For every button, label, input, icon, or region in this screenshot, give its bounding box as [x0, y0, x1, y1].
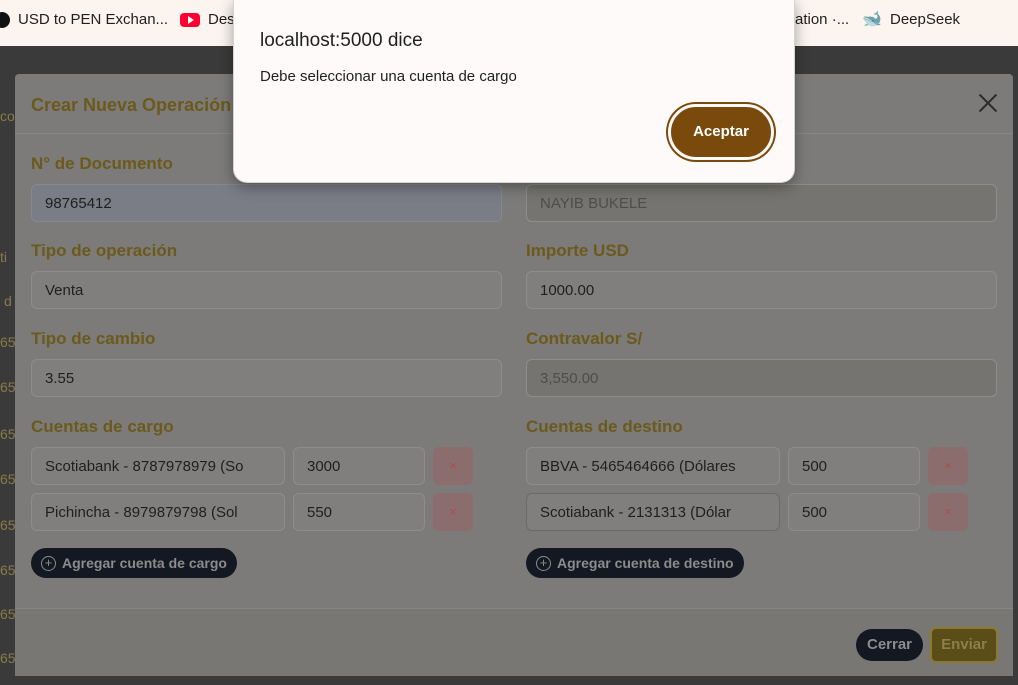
add-destino-label: Agregar cuenta de destino [557, 555, 734, 571]
tipo-cambio-input[interactable]: 3.55 [31, 359, 502, 397]
close-icon: × [449, 458, 457, 473]
behind-fragment: 65 [0, 471, 16, 487]
add-cuenta-cargo-button[interactable]: + Agregar cuenta de cargo [31, 548, 237, 578]
cuentas-cargo-label: Cuentas de cargo [31, 417, 174, 436]
alert-message: Debe seleccionar una cuenta de cargo [260, 68, 517, 85]
bookmark-label: USD to PEN Exchan... [18, 11, 169, 28]
remove-destino-button[interactable]: × [928, 493, 968, 531]
behind-fragment: 65 [0, 562, 16, 578]
behind-fragment: 65 [0, 379, 16, 395]
bookmark-label: ation ·... [795, 11, 850, 28]
cuenta-cargo-monto[interactable]: 550 [293, 493, 425, 531]
bookmark-ation[interactable]: ation ·... [795, 11, 849, 28]
bookmark-label: DeepSeek [890, 11, 961, 28]
cuenta-destino-select[interactable]: BBVA - 5465464666 (Dólares [526, 447, 780, 485]
plus-circle-icon: + [536, 555, 551, 571]
modal-title: Crear Nueva Operación [31, 95, 232, 115]
cuenta-destino-monto[interactable]: 500 [788, 493, 920, 531]
exchange-icon [0, 11, 10, 28]
cuentas-destino-label: Cuentas de destino [526, 417, 683, 436]
bookmark-youtube[interactable]: Des [180, 11, 235, 28]
behind-fragment: 65 [0, 650, 16, 666]
importe-label: Importe USD [526, 241, 629, 260]
enviar-button[interactable]: Enviar [930, 627, 998, 663]
alert-dialog: localhost:5000 dice Debe seleccionar una… [233, 0, 795, 183]
behind-fragment: 65 [0, 517, 16, 533]
contravalor-label: Contravalor S/ [526, 329, 643, 348]
behind-fragment: ti [0, 249, 7, 265]
cerrar-button[interactable]: Cerrar [856, 629, 923, 661]
tipo-operacion-select[interactable]: Venta [31, 271, 502, 309]
add-cuenta-destino-button[interactable]: + Agregar cuenta de destino [526, 548, 744, 578]
bookmark-deepseek[interactable]: 🐋 DeepSeek [862, 11, 960, 28]
close-icon[interactable] [975, 90, 1001, 116]
cuenta-destino-monto[interactable]: 500 [788, 447, 920, 485]
importe-input[interactable]: 1000.00 [526, 271, 997, 309]
modal-footer: Cerrar Enviar [15, 608, 1013, 676]
deepseek-icon: 🐋 [862, 10, 882, 28]
aceptar-button[interactable]: Aceptar [668, 104, 774, 160]
behind-fragment: d [4, 293, 12, 309]
remove-destino-button[interactable]: × [928, 447, 968, 485]
behind-fragment: 65 [0, 606, 16, 622]
behind-fragment: 65 [0, 426, 16, 442]
documento-label: N° de Documento [31, 154, 173, 173]
bookmark-label: Des [208, 11, 235, 28]
alert-title: localhost:5000 dice [260, 30, 423, 51]
close-icon: × [944, 504, 952, 519]
cuenta-cargo-select[interactable]: Pichincha - 8979879798 (Sol [31, 493, 285, 531]
cuenta-destino-select[interactable]: Scotiabank - 2131313 (Dólar [526, 493, 780, 531]
youtube-icon [180, 12, 200, 27]
remove-cargo-button[interactable]: × [433, 447, 473, 485]
remove-cargo-button[interactable]: × [433, 493, 473, 531]
behind-fragment: co [0, 108, 15, 124]
bookmark-usd-pen[interactable]: USD to PEN Exchan... [0, 11, 168, 28]
nombre-input: NAYIB BUKELE [526, 184, 997, 222]
behind-fragment: 65 [0, 334, 16, 350]
cuenta-cargo-monto[interactable]: 3000 [293, 447, 425, 485]
documento-input[interactable]: 98765412 [31, 184, 502, 222]
plus-circle-icon: + [41, 555, 56, 571]
close-icon: × [449, 504, 457, 519]
add-cargo-label: Agregar cuenta de cargo [62, 555, 227, 571]
tipo-operacion-label: Tipo de operación [31, 241, 178, 260]
cuenta-cargo-select[interactable]: Scotiabank - 8787978979 (So [31, 447, 285, 485]
contravalor-input: 3,550.00 [526, 359, 997, 397]
tipo-cambio-label: Tipo de cambio [31, 329, 156, 348]
close-icon: × [944, 458, 952, 473]
